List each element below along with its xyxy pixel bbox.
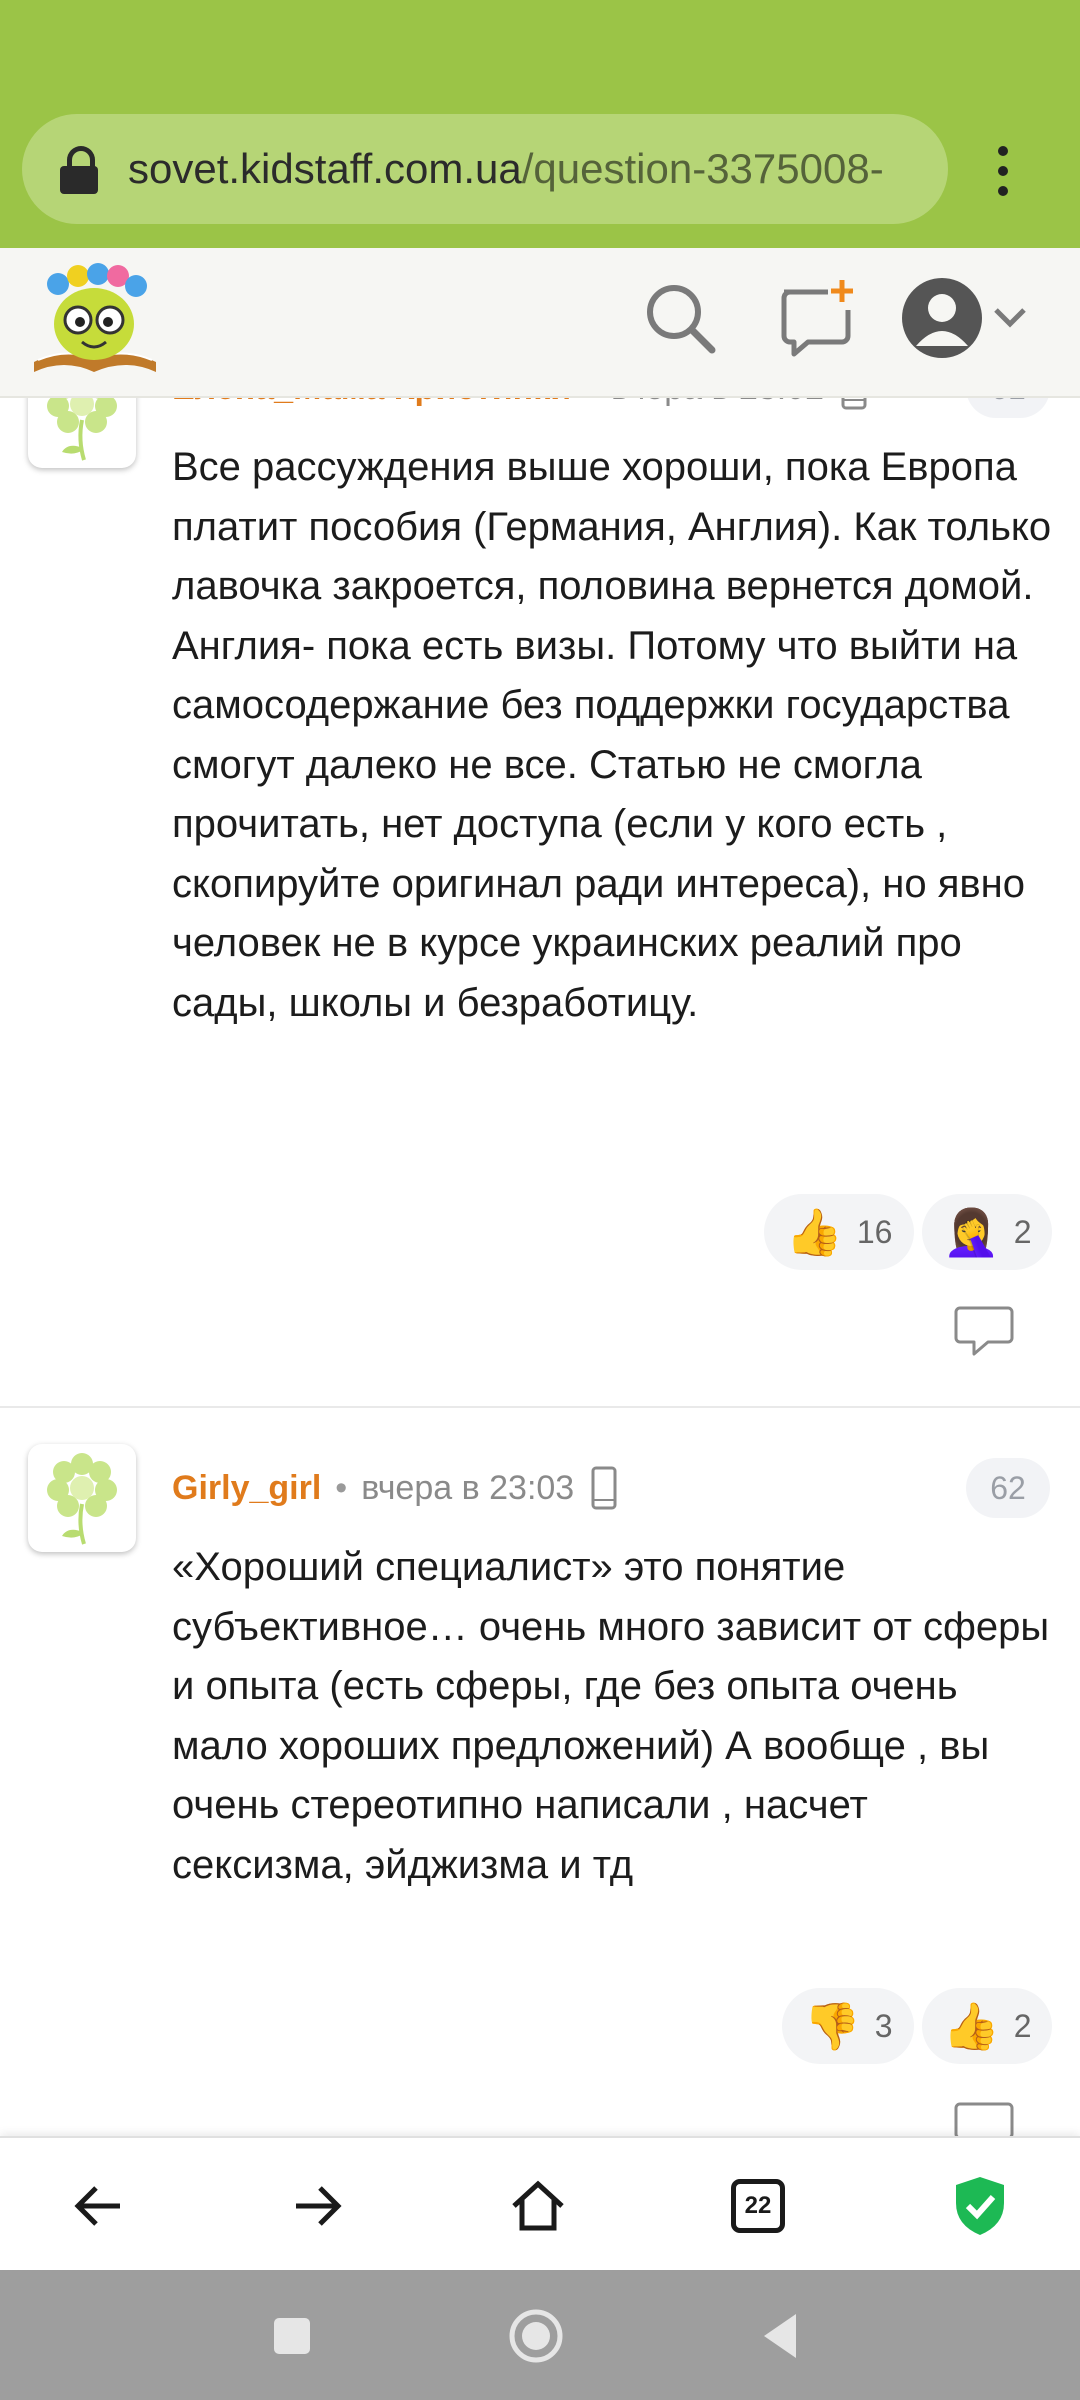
reaction-thumbs-down[interactable]: 👎 3 <box>782 1988 914 2064</box>
browser-menu-icon[interactable] <box>988 140 1018 200</box>
mobile-device-icon <box>591 1466 617 1510</box>
thumbs-down-icon: 👎 <box>803 2000 861 2052</box>
flower-avatar-icon <box>47 396 117 461</box>
chevron-down-icon[interactable] <box>990 296 1030 336</box>
url-path: /question-3375008- <box>521 145 884 192</box>
reaction-count: 16 <box>856 1213 893 1250</box>
reaction-count: 2 <box>1013 1213 1032 1250</box>
home-button[interactable] <box>502 2170 574 2242</box>
address-bar[interactable]: sovet.kidstaff.com.ua/question-3375008- <box>22 114 948 224</box>
browser-bottom-bar: 22 <box>0 2136 1080 2272</box>
recents-icon[interactable] <box>262 2306 322 2366</box>
arrow-right-icon <box>296 2186 342 2226</box>
comment-divider <box>0 1406 1080 1408</box>
site-header <box>0 248 1080 398</box>
search-icon[interactable] <box>640 278 720 358</box>
comments-list: Елена_Мама Кристинки • вчера в 23:02 61 … <box>0 396 1080 2136</box>
meta-separator: • <box>335 1468 348 1507</box>
tabs-button[interactable]: 22 <box>722 2170 794 2242</box>
comment-meta: Елена_Мама Кристинки • вчера в 23:02 <box>172 396 868 418</box>
reaction-facepalm[interactable]: 🤦‍♀️ 2 <box>922 1194 1052 1270</box>
comment-author[interactable]: Girly_girl <box>172 1469 321 1508</box>
mobile-device-icon <box>841 396 867 410</box>
tabs-count: 22 <box>731 2179 785 2233</box>
reaction-thumbs-up[interactable]: 👍 16 <box>764 1194 914 1270</box>
browser-toolbar: sovet.kidstaff.com.ua/question-3375008- <box>0 0 1080 248</box>
back-button[interactable] <box>62 2170 134 2242</box>
protection-button[interactable] <box>944 2170 1016 2242</box>
user-avatar-icon[interactable] <box>900 276 984 360</box>
shield-check-icon <box>956 2177 1004 2235</box>
lock-icon <box>60 146 98 194</box>
comment-text: «Хороший специалист» это понятие субъект… <box>172 1545 1050 1887</box>
kidstaff-logo[interactable] <box>30 262 160 378</box>
new-question-icon[interactable] <box>776 276 860 360</box>
reaction-thumbs-up[interactable]: 👍 2 <box>922 1988 1052 2064</box>
system-navigation-bar <box>0 2270 1080 2400</box>
reply-icon[interactable] <box>954 2100 1014 2136</box>
facepalm-icon: 🤦‍♀️ <box>942 1206 1000 1258</box>
thumbs-up-icon: 👍 <box>785 1206 843 1258</box>
comment-meta: Girly_girl • вчера в 23:03 <box>172 1458 618 1518</box>
home-icon <box>512 2180 564 2231</box>
thumbs-up-icon: 👍 <box>942 2000 1000 2052</box>
forward-button[interactable] <box>282 2170 354 2242</box>
reply-icon[interactable] <box>954 1304 1014 1358</box>
flower-avatar-icon <box>47 1453 117 1545</box>
reaction-count: 2 <box>1013 2007 1032 2044</box>
url-text[interactable]: sovet.kidstaff.com.ua/question-3375008- <box>128 145 938 193</box>
back-triangle-icon[interactable] <box>752 2306 812 2366</box>
home-circle-icon[interactable] <box>506 2306 566 2366</box>
comment-time[interactable]: вчера в 23:03 <box>361 1469 574 1508</box>
avatar[interactable] <box>28 1444 136 1552</box>
arrow-left-icon <box>74 2186 120 2226</box>
comment-number-badge[interactable]: 61 <box>966 396 1050 418</box>
comment-text: Все рассуждения выше хороши, пока Европа… <box>172 445 1052 1025</box>
reaction-count: 3 <box>874 2007 893 2044</box>
url-domain: sovet.kidstaff.com.ua <box>128 145 522 192</box>
comment-number-badge[interactable]: 62 <box>966 1458 1050 1518</box>
avatar[interactable] <box>28 396 136 468</box>
